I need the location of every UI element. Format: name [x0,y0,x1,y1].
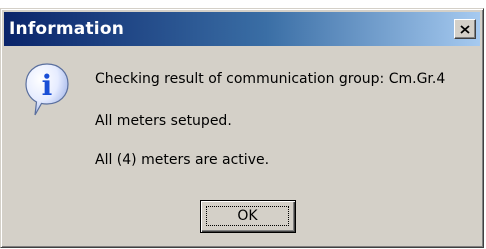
information-icon: i [25,63,69,116]
dialog-title: Information [9,19,125,39]
message-line-setup: All meters setuped. [95,113,232,129]
message-line-active: All (4) meters are active. [95,152,270,168]
message-line-result: Checking result of communication group: … [95,71,446,87]
close-icon [460,24,470,34]
ok-button[interactable]: OK [200,200,296,233]
close-button[interactable] [454,19,476,39]
title-bar[interactable]: Information [4,12,480,46]
ok-button-label: OK [237,208,258,224]
ok-focus-rect: OK [206,206,289,226]
info-glyph: i [42,69,53,102]
information-dialog: Information i Checking result of communi… [0,8,484,248]
